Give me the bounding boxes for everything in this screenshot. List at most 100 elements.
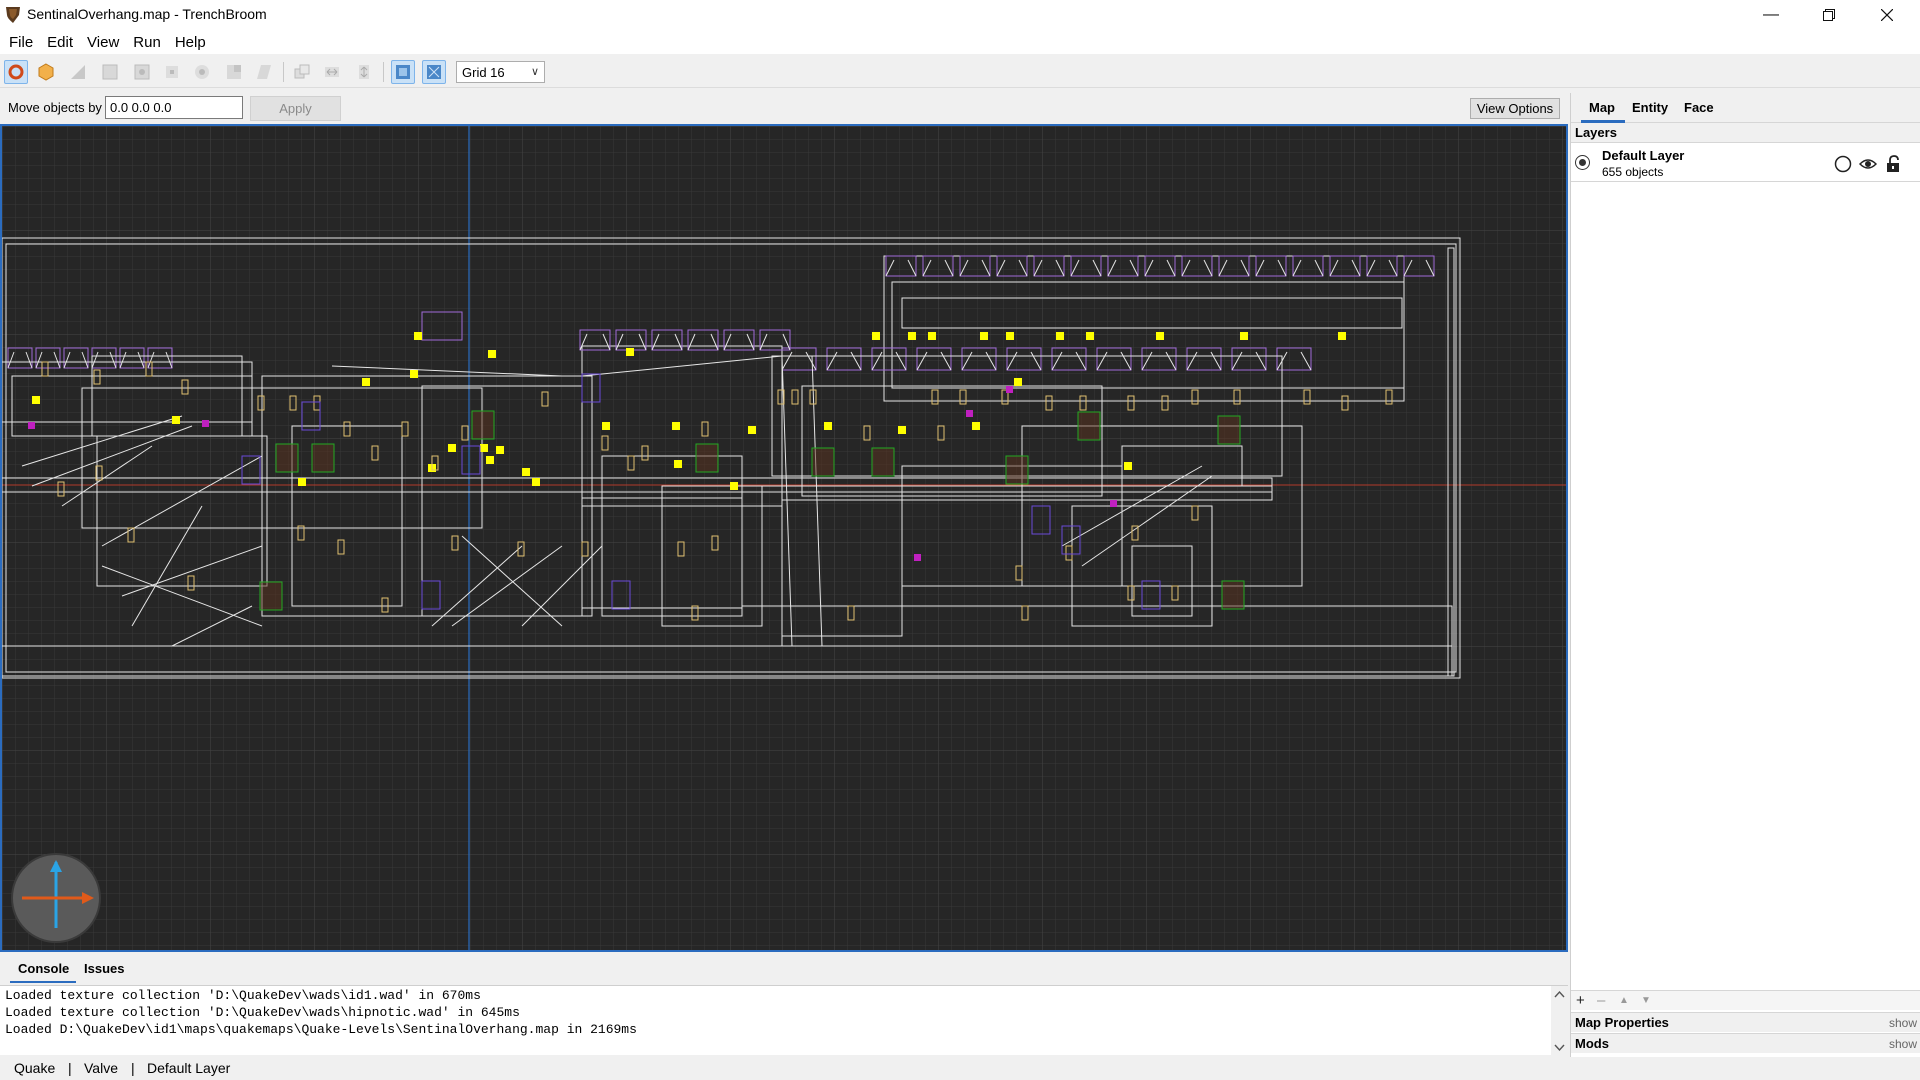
grid-size-select[interactable]: Grid 16 ∨ [456,61,545,83]
console-scrollbar[interactable] [1551,986,1568,1056]
tab-map[interactable]: Map [1589,100,1615,115]
layer-row[interactable]: Default Layer 655 objects [1571,144,1920,182]
light-entity-marker [824,422,832,430]
move-objects-bar: Move objects by Apply View Options [0,93,1568,123]
light-entity-marker [522,468,530,476]
console-output[interactable]: Loaded texture collection 'D:\QuakeDev\w… [0,985,1568,1056]
window-title: SentinalOverhang.map - TrenchBroom [27,6,267,22]
console-tab-bar: Console Issues [0,955,1568,985]
console-line: Loaded texture collection 'D:\QuakeDev\w… [5,1005,520,1020]
rotate-tool-icon [195,65,209,79]
close-button[interactable] [1858,0,1916,30]
tab-console[interactable]: Console [18,961,69,976]
remove-layer-icon[interactable]: – [1597,992,1605,1009]
light-entity-marker [898,426,906,434]
menu-run[interactable]: Run [126,34,168,51]
rotate-tool-button[interactable] [190,60,214,84]
brush-tool-button[interactable] [34,60,58,84]
eye-icon[interactable] [1859,155,1877,173]
console-line: Loaded D:\QuakeDev\id1\maps\quakemaps\Qu… [5,1022,637,1037]
toolbar-separator [383,62,384,82]
minimize-button[interactable]: — [1742,0,1800,30]
scale-tool-button[interactable] [222,60,246,84]
add-layer-icon[interactable]: + [1576,992,1585,1009]
minimize-icon: — [1763,6,1779,23]
shear-tool-icon [257,65,271,79]
light-entity-marker [1014,378,1022,386]
monster-entity-marker [311,443,335,473]
tab-face[interactable]: Face [1684,100,1714,115]
light-entity-marker [496,446,504,454]
compass-icon [11,853,101,943]
move-offset-input[interactable] [105,96,243,119]
light-entity-marker [1086,332,1094,340]
map-properties-section[interactable]: Map Properties show [1571,1012,1920,1032]
monster-entity-marker [1221,580,1245,610]
status-map-format: Valve [84,1060,118,1076]
map-wireframe-canvas[interactable] [2,126,1566,950]
vertex-tool-icon [102,64,118,80]
light-entity-marker [602,422,610,430]
duplicate-button[interactable] [290,60,314,84]
item-entity-marker [1110,500,1117,507]
item-entity-marker [1006,386,1013,393]
restore-button[interactable] [1800,0,1858,30]
light-entity-marker [748,426,756,434]
monster-entity-marker [275,443,299,473]
selection-tool-button[interactable] [4,60,28,84]
grid-size-value: Grid 16 [462,65,505,80]
mods-section[interactable]: Mods show [1571,1033,1920,1053]
status-current-layer: Default Layer [147,1060,231,1076]
clip-tool-icon [71,65,85,79]
move-layer-up-icon[interactable]: ▲ [1619,995,1629,1006]
item-entity-marker [966,410,973,417]
layers-header: Layers [1571,123,1920,143]
menu-file[interactable]: File [2,34,40,51]
selection-tool-icon [8,64,24,80]
section-title: Map Properties [1575,1015,1669,1030]
monster-entity-marker [871,447,895,477]
view-options-button[interactable]: View Options [1470,98,1560,119]
shear-tool-button[interactable] [252,60,276,84]
item-entity-marker [202,420,209,427]
layer-omit-icon[interactable] [1834,155,1852,173]
console-line: Loaded texture collection 'D:\QuakeDev\w… [5,988,481,1003]
item-entity-marker [914,554,921,561]
move-layer-down-icon[interactable]: ▼ [1641,995,1651,1006]
active-layer-radio[interactable] [1575,155,1590,170]
chevron-down-icon: ∨ [530,66,539,78]
section-toggle[interactable]: show [1889,1037,1917,1051]
texture-lock-button[interactable] [391,60,415,84]
monster-entity-marker [1077,411,1101,441]
apply-button[interactable]: Apply [250,96,341,121]
light-entity-marker [32,396,40,404]
layer-name: Default Layer [1602,148,1685,163]
flip-horizontal-button[interactable] [320,60,344,84]
clip-tool-button[interactable] [66,60,90,84]
light-entity-marker [532,478,540,486]
unlock-icon[interactable] [1884,155,1902,173]
light-entity-marker [1156,332,1164,340]
grid [2,126,1566,950]
menu-help[interactable]: Help [168,34,213,51]
light-entity-marker [674,460,682,468]
light-entity-marker [730,482,738,490]
vertex-tool-button[interactable] [98,60,122,84]
tab-entity[interactable]: Entity [1632,100,1668,115]
flip-vertical-icon [359,65,369,79]
tab-issues[interactable]: Issues [84,961,124,976]
face-tool-button[interactable] [160,60,184,84]
light-entity-marker [448,444,456,452]
menu-bar: File Edit View Run Help [0,30,1920,54]
edge-tool-button[interactable] [130,60,154,84]
menu-edit[interactable]: Edit [40,34,80,51]
trenchbroom-app-icon [6,7,20,23]
flip-vertical-button[interactable] [352,60,376,84]
light-entity-marker [414,332,422,340]
menu-view[interactable]: View [80,34,126,51]
map-viewport-2d[interactable] [0,124,1568,952]
section-toggle[interactable]: show [1889,1016,1917,1030]
uv-lock-button[interactable] [422,60,446,84]
move-objects-label: Move objects by [8,100,102,115]
duplicate-icon [294,64,310,79]
